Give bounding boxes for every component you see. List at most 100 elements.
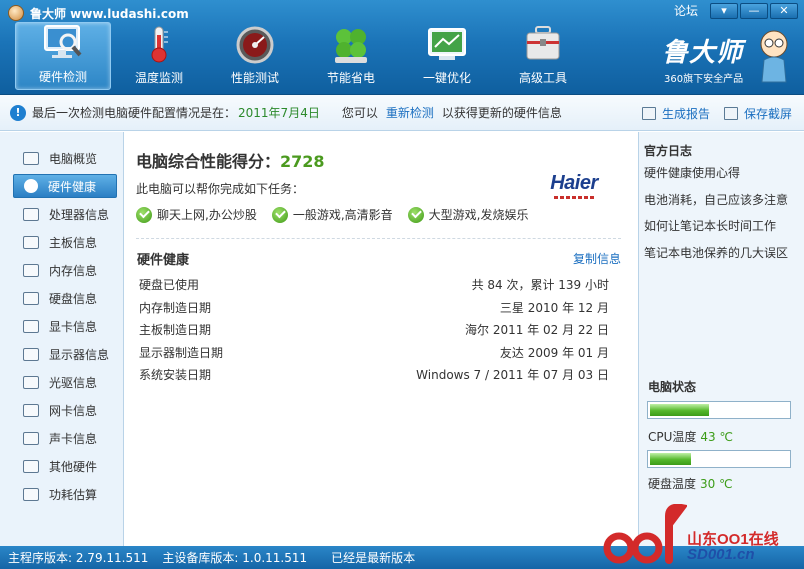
table-row: 硬盘已使用 共 84 次，累计 139 小时: [139, 274, 609, 297]
close-button[interactable]: ✕: [770, 2, 798, 19]
hardware-health-panel: 电脑综合性能得分：2728 Haier 此电脑可以帮你完成如下任务： 聊天上网,…: [125, 132, 637, 546]
sidebar-item-memory[interactable]: 内存信息: [13, 258, 117, 282]
task-label: 大型游戏,发烧娱乐: [428, 208, 529, 222]
section-divider: [136, 238, 621, 239]
pc-status-title: 电脑状态: [648, 380, 697, 394]
row-label: 显示器制造日期: [139, 345, 224, 360]
report-icon: [641, 107, 656, 120]
disk-temp-meter: [647, 450, 791, 468]
network-card-icon: [23, 403, 39, 417]
cpu-temp-name: CPU温度: [648, 430, 697, 444]
sidebar-item-motherboard[interactable]: 主板信息: [13, 230, 117, 254]
update-status: 已经是最新版本: [331, 551, 416, 565]
sidebar-item-overview[interactable]: 电脑概览: [13, 146, 117, 170]
info-hint: 您可以: [341, 106, 378, 120]
sidebar-item-hardware-health[interactable]: 硬件健康: [13, 174, 117, 198]
sidebar-item-other-hardware[interactable]: 其他硬件: [13, 454, 117, 478]
row-label: 硬盘已使用: [139, 278, 200, 292]
last-detection-text: 最后一次检测电脑硬件配置情况是在：: [32, 106, 237, 120]
app-title-text: 鲁大师 www.ludashi.com: [30, 6, 189, 21]
row-value: Windows 7 / 2011 年 07 月 03 日: [416, 368, 609, 382]
hardware-sidebar: 电脑概览 硬件健康 处理器信息 主板信息 内存信息 硬盘信息 显卡信息 显示器信…: [0, 132, 124, 546]
log-link[interactable]: 电池消耗，自己应该多注意: [644, 193, 788, 220]
generate-report-button[interactable]: 生成报告: [641, 105, 710, 122]
row-label: 系统安装日期: [139, 368, 212, 382]
brand-name: 鲁大师: [662, 38, 744, 68]
minimize-button[interactable]: —: [740, 2, 768, 19]
tab-label: 温度监测: [134, 71, 183, 85]
sidebar-item-optical-drive[interactable]: 光驱信息: [13, 370, 117, 394]
row-value: 友达 2009 年 01 月: [499, 345, 609, 360]
generate-report-label: 生成报告: [661, 107, 710, 121]
speedometer-icon: [233, 23, 277, 65]
info-after-text: 以获得更新的硬件信息: [441, 106, 562, 120]
score-value: 2728: [280, 152, 325, 171]
forum-link[interactable]: 论坛: [674, 2, 698, 19]
disk-temp-fill: [650, 453, 692, 465]
display-icon: [23, 347, 39, 361]
watermark-en-text: SD001.cn: [687, 546, 755, 563]
save-screenshot-button[interactable]: 保存截屏: [723, 105, 792, 122]
haier-logo-dots: [541, 196, 607, 199]
tab-hardware-detect[interactable]: 硬件检测: [15, 22, 111, 90]
row-value: 海尔 2011 年 02 月 22 日: [465, 323, 609, 337]
disk-temp-name: 硬盘温度: [648, 477, 697, 491]
sidebar-item-sound-card[interactable]: 声卡信息: [13, 426, 117, 450]
task-label: 一般游戏,高清影音: [292, 208, 393, 222]
tab-advanced-tools[interactable]: 高级工具: [495, 22, 591, 90]
cpu-temp-fill: [650, 404, 710, 416]
task-item: 大型游戏,发烧娱乐: [407, 206, 529, 223]
task-item: 聊天上网,办公炒股: [136, 206, 257, 223]
sidebar-item-power-estimate[interactable]: 功耗估算: [13, 482, 117, 506]
sidebar-item-display[interactable]: 显示器信息: [13, 342, 117, 366]
check-icon: [407, 206, 424, 223]
sidebar-item-cpu[interactable]: 处理器信息: [13, 202, 117, 226]
log-link[interactable]: 如何让笔记本长时间工作: [644, 219, 788, 246]
check-icon: [136, 206, 152, 223]
row-value: 三星 2010 年 12 月: [499, 300, 609, 315]
main-version: 主程序版本: 2.79.11.511: [8, 551, 149, 565]
memory-icon: [23, 263, 39, 277]
sidebar-item-harddisk[interactable]: 硬盘信息: [13, 286, 117, 310]
health-detail-table: 硬盘已使用 共 84 次，累计 139 小时 内存制造日期 三星 2010 年 12…: [139, 274, 609, 387]
redetect-link[interactable]: 重新检测: [386, 104, 434, 121]
copy-info-link[interactable]: 复制信息: [573, 250, 621, 267]
tab-energy-saving[interactable]: 节能省电: [303, 22, 399, 90]
info-icon: !: [10, 104, 26, 121]
row-label: 内存制造日期: [139, 300, 212, 315]
sidebar-item-label: 声卡信息: [49, 431, 98, 446]
last-detection-date: 2011年7月4日: [238, 106, 320, 120]
task-item: 一般游戏,高清影音: [271, 206, 393, 223]
cpu-icon: [23, 207, 39, 221]
log-link[interactable]: 硬件健康使用心得: [644, 166, 788, 193]
performance-score: 电脑综合性能得分：2728: [136, 148, 325, 172]
disk-temp-value: 30 ℃: [700, 477, 733, 491]
computer-overview-icon: [23, 151, 39, 165]
monitor-magnifier-icon: [41, 22, 85, 64]
check-icon: [271, 206, 288, 223]
harddisk-icon: [23, 291, 39, 305]
sidebar-item-label: 处理器信息: [49, 207, 110, 222]
sidebar-item-network-card[interactable]: 网卡信息: [13, 398, 117, 422]
device-db-version: 主设备库版本: 1.0.11.511: [162, 551, 308, 565]
haier-logo-text: Haier: [550, 172, 598, 194]
tab-label: 高级工具: [518, 71, 567, 85]
log-link[interactable]: 笔记本电池保养的几大误区: [644, 246, 788, 273]
watermark-logo-icon: [599, 503, 689, 566]
table-row: 内存制造日期 三星 2010 年 12 月: [139, 297, 609, 320]
sidebar-item-graphics[interactable]: 显卡信息: [13, 314, 117, 338]
sidebar-item-label: 网卡信息: [49, 403, 98, 418]
tab-temperature[interactable]: 温度监测: [111, 22, 207, 90]
score-label: 电脑综合性能得分：: [136, 152, 281, 171]
task-label: 聊天上网,办公炒股: [157, 208, 257, 222]
tab-one-click-optimize[interactable]: 一键优化: [399, 22, 495, 90]
row-label: 主板制造日期: [139, 323, 212, 337]
tab-label: 一键优化: [422, 71, 471, 85]
menu-dropdown-button[interactable]: ▾: [710, 2, 738, 19]
title-toolbar: 鲁大师 www.ludashi.com 论坛 ▾ — ✕ 硬件检测 温度监测 性…: [0, 0, 804, 95]
main-nav: 硬件检测 温度监测 性能测试 节能省电 一键优化 高级工具: [15, 22, 591, 90]
tab-performance[interactable]: 性能测试: [207, 22, 303, 90]
sidebar-item-label: 显示器信息: [49, 347, 110, 362]
detection-info-bar: ! 最后一次检测电脑硬件配置情况是在： 2011年7月4日 您可以 重新检测 以…: [0, 95, 804, 131]
motherboard-icon: [23, 235, 39, 249]
